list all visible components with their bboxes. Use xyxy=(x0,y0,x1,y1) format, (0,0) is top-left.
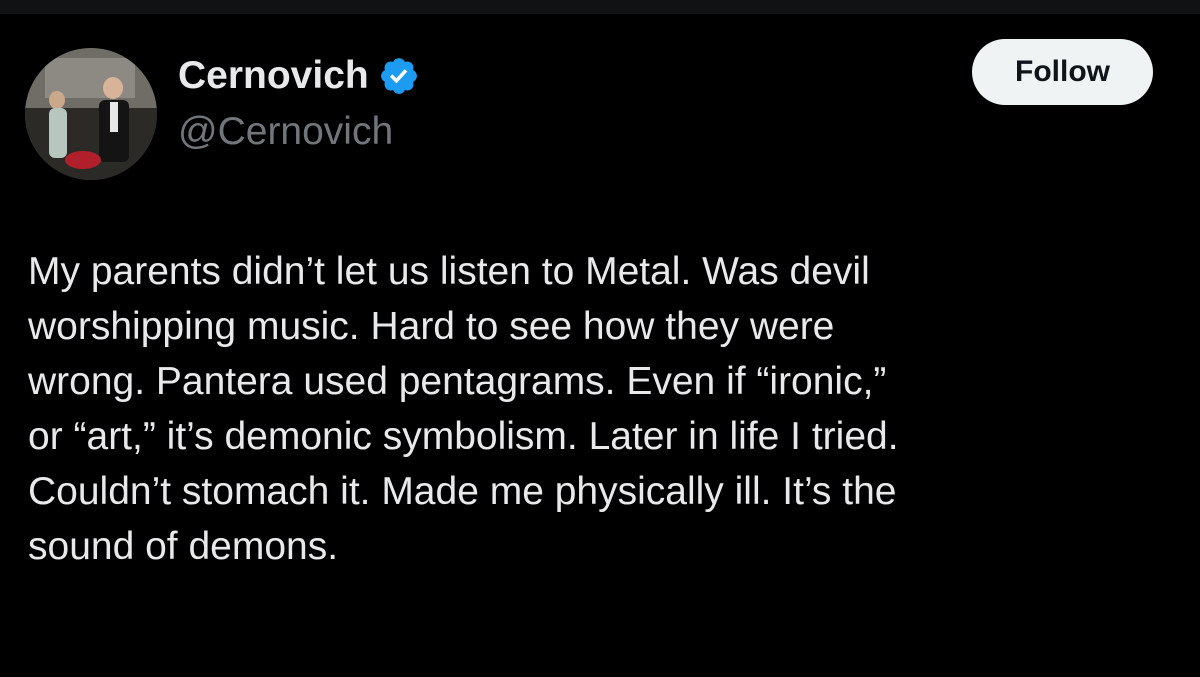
avatar-photo xyxy=(25,48,157,180)
tweet-text-line: Couldn’t stomach it. Made me physically … xyxy=(28,470,897,513)
tweet-text-line: My parents didn’t let us listen to Metal… xyxy=(28,250,870,293)
user-info: Cernovich @Cernovich xyxy=(178,52,420,156)
tweet-text-line: worshipping music. Hard to see how they … xyxy=(28,305,835,348)
name-row: Cernovich xyxy=(178,52,420,100)
follow-button[interactable]: Follow xyxy=(972,39,1153,105)
avatar[interactable] xyxy=(25,48,157,180)
tweet-text-line: or “art,” it’s demonic symbolism. Later … xyxy=(28,415,899,458)
user-handle[interactable]: @Cernovich xyxy=(178,108,420,156)
top-strip xyxy=(0,0,1200,14)
tweet-text: My parents didn’t let us listen to Metal… xyxy=(28,244,1178,574)
display-name[interactable]: Cernovich xyxy=(178,52,369,100)
verified-badge-icon xyxy=(378,55,420,97)
tweet-card: Cernovich @Cernovich Follow My parents d… xyxy=(0,14,1200,677)
tweet-text-line: wrong. Pantera used pentagrams. Even if … xyxy=(28,360,887,403)
tweet-text-line: sound of demons. xyxy=(28,525,339,568)
